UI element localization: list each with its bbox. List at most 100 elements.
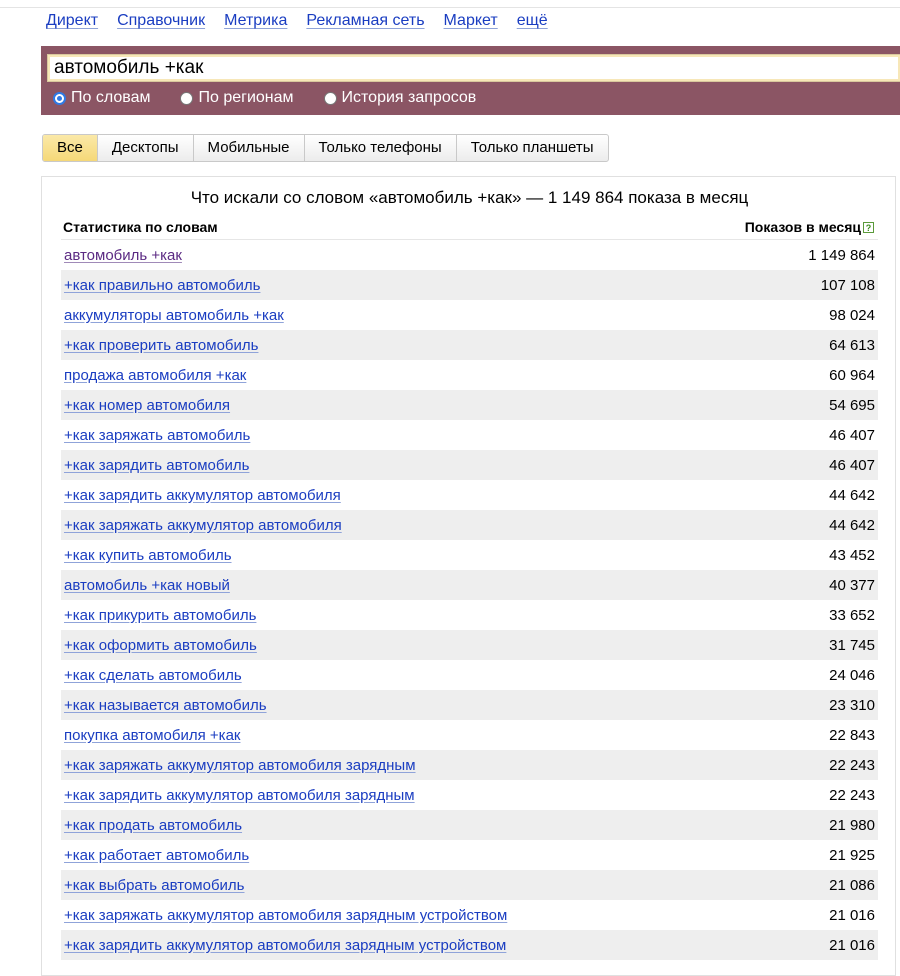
- table-row: +как купить автомобиль 43 452: [61, 540, 878, 570]
- impressions-count: 46 407: [829, 456, 875, 474]
- table-row: +как заряжать аккумулятор автомобиля зар…: [61, 750, 878, 780]
- radio-unchecked-icon[interactable]: [180, 91, 194, 105]
- table-row: +как оформить автомобиль 31 745: [61, 630, 878, 660]
- impressions-count: 107 108: [820, 276, 875, 294]
- impressions-count: 40 377: [829, 576, 875, 594]
- keyword-link[interactable]: аккумуляторы автомобиль +как: [61, 307, 284, 324]
- keyword-link[interactable]: +как купить автомобиль: [61, 547, 232, 564]
- impressions-count: 21 086: [829, 876, 875, 894]
- impressions-count: 60 964: [829, 366, 875, 384]
- table-row: +как выбрать автомобиль 21 086: [61, 870, 878, 900]
- impressions-count: 43 452: [829, 546, 875, 564]
- impressions-count: 98 024: [829, 306, 875, 324]
- keyword-link[interactable]: +как прикурить автомобиль: [61, 607, 256, 624]
- search-mode-option[interactable]: По словам: [53, 89, 150, 107]
- top-navigation: Директ Справочник Метрика Рекламная сеть Мар…: [46, 12, 567, 34]
- keyword-link[interactable]: +как правильно автомобиль: [61, 277, 260, 294]
- keyword-link[interactable]: +как выбрать автомобиль: [61, 877, 245, 894]
- keyword-link[interactable]: покупка автомобиля +как: [61, 727, 240, 744]
- table-row: +как прикурить автомобиль 33 652: [61, 600, 878, 630]
- keyword-link[interactable]: автомобиль +как новый: [61, 577, 230, 594]
- impressions-count: 46 407: [829, 426, 875, 444]
- column-header-keywords: Статистика по словам: [63, 219, 218, 235]
- results-panel: Что искали со словом «автомобиль +как» —…: [41, 176, 896, 976]
- keyword-link[interactable]: +как работает автомобиль: [61, 847, 249, 864]
- table-row: +как зарядить аккумулятор автомобиля зар…: [61, 780, 878, 810]
- search-mode-label: По регионам: [198, 89, 294, 106]
- device-tab[interactable]: Только планшеты: [457, 135, 608, 161]
- impressions-count: 54 695: [829, 396, 875, 414]
- impressions-count: 64 613: [829, 336, 875, 354]
- table-row: +как работает автомобиль 21 925: [61, 840, 878, 870]
- keyword-link[interactable]: +как продать автомобиль: [61, 817, 242, 834]
- impressions-count: 22 243: [829, 756, 875, 774]
- device-tab[interactable]: Все: [43, 135, 98, 161]
- impressions-count: 44 642: [829, 486, 875, 504]
- top-nav-link[interactable]: Директ: [46, 12, 98, 34]
- table-row: +как правильно автомобиль 107 108: [61, 270, 878, 300]
- help-icon[interactable]: ?: [863, 221, 874, 233]
- table-row: +как продать автомобиль 21 980: [61, 810, 878, 840]
- table-row: +как зарядить аккумулятор автомобиля зар…: [61, 930, 878, 960]
- column-header-impressions-label: Показов в месяц: [744, 219, 861, 235]
- table-row: +как сделать автомобиль 24 046: [61, 660, 878, 690]
- keyword-link[interactable]: +как зарядить аккумулятор автомобиля зар…: [61, 937, 506, 954]
- keyword-link[interactable]: +как заряжать автомобиль: [61, 427, 250, 444]
- impressions-count: 21 016: [829, 906, 875, 924]
- keyword-link[interactable]: +как зарядить аккумулятор автомобиля зар…: [61, 787, 415, 804]
- search-mode-group: По словам По регионам История запросов: [53, 89, 506, 107]
- keyword-link[interactable]: +как оформить автомобиль: [61, 637, 257, 654]
- keyword-link[interactable]: +как зарядить аккумулятор автомобиля: [61, 487, 341, 504]
- keyword-link[interactable]: продажа автомобиля +как: [61, 367, 246, 384]
- top-divider: [0, 7, 900, 8]
- keyword-link[interactable]: +как номер автомобиля: [61, 397, 230, 414]
- radio-checked-icon[interactable]: [53, 91, 66, 105]
- keyword-link[interactable]: +как заряжать аккумулятор автомобиля зар…: [61, 757, 416, 774]
- device-filter-tabs: Все Десктопы Мобильные Только телефоны Тольк…: [42, 134, 609, 162]
- impressions-count: 21 016: [829, 936, 875, 954]
- impressions-count: 21 925: [829, 846, 875, 864]
- top-nav-link[interactable]: ещё: [517, 12, 548, 34]
- column-header-impressions: Показов в месяц ?: [745, 219, 874, 235]
- keyword-link[interactable]: +как проверить автомобиль: [61, 337, 258, 354]
- search-input[interactable]: [47, 54, 900, 82]
- top-nav-link[interactable]: Метрика: [224, 12, 287, 34]
- table-row: +как называется автомобиль 23 310: [61, 690, 878, 720]
- device-tab[interactable]: Мобильные: [194, 135, 305, 161]
- radio-unchecked-icon[interactable]: [323, 91, 337, 105]
- impressions-count: 1 149 864: [808, 246, 875, 264]
- table-row: +как номер автомобиля 54 695: [61, 390, 878, 420]
- top-nav-link[interactable]: Справочник: [117, 12, 205, 34]
- impressions-count: 44 642: [829, 516, 875, 534]
- table-row: продажа автомобиля +как 60 964: [61, 360, 878, 390]
- keyword-link[interactable]: +как заряжать аккумулятор автомобиля зар…: [61, 907, 507, 924]
- table-row: +как зарядить аккумулятор автомобиля 44 6…: [61, 480, 878, 510]
- keyword-table: автомобиль +как 1 149 864 +как правильно а…: [61, 240, 878, 960]
- search-mode-option[interactable]: По регионам: [180, 89, 294, 107]
- device-tab[interactable]: Только телефоны: [305, 135, 457, 161]
- impressions-count: 24 046: [829, 666, 875, 684]
- impressions-count: 21 980: [829, 816, 875, 834]
- table-row: аккумуляторы автомобиль +как 98 024: [61, 300, 878, 330]
- search-mode-option[interactable]: История запросов: [323, 89, 477, 107]
- search-panel: По словам По регионам История запросов: [41, 46, 900, 115]
- keyword-link[interactable]: +как зарядить автомобиль: [61, 457, 249, 474]
- keyword-link[interactable]: +как называется автомобиль: [61, 697, 267, 714]
- search-mode-label: История запросов: [341, 89, 477, 106]
- impressions-count: 33 652: [829, 606, 875, 624]
- top-nav-link[interactable]: Маркет: [444, 12, 498, 34]
- search-mode-label: По словам: [71, 89, 151, 106]
- impressions-count: 31 745: [829, 636, 875, 654]
- table-row: +как заряжать аккумулятор автомобиля зар…: [61, 900, 878, 930]
- keyword-link[interactable]: +как заряжать аккумулятор автомобиля: [61, 517, 342, 534]
- results-title: Что искали со словом «автомобиль +как» —…: [190, 188, 749, 207]
- device-tab[interactable]: Десктопы: [98, 135, 194, 161]
- keyword-link[interactable]: +как сделать автомобиль: [61, 667, 242, 684]
- table-row: +как проверить автомобиль 64 613: [61, 330, 878, 360]
- table-row: автомобиль +как новый 40 377: [61, 570, 878, 600]
- top-nav-link[interactable]: Рекламная сеть: [306, 12, 424, 34]
- table-row: покупка автомобиля +как 22 843: [61, 720, 878, 750]
- table-row: автомобиль +как 1 149 864: [61, 240, 878, 270]
- keyword-link[interactable]: автомобиль +как: [61, 247, 182, 264]
- table-row: +как заряжать автомобиль 46 407: [61, 420, 878, 450]
